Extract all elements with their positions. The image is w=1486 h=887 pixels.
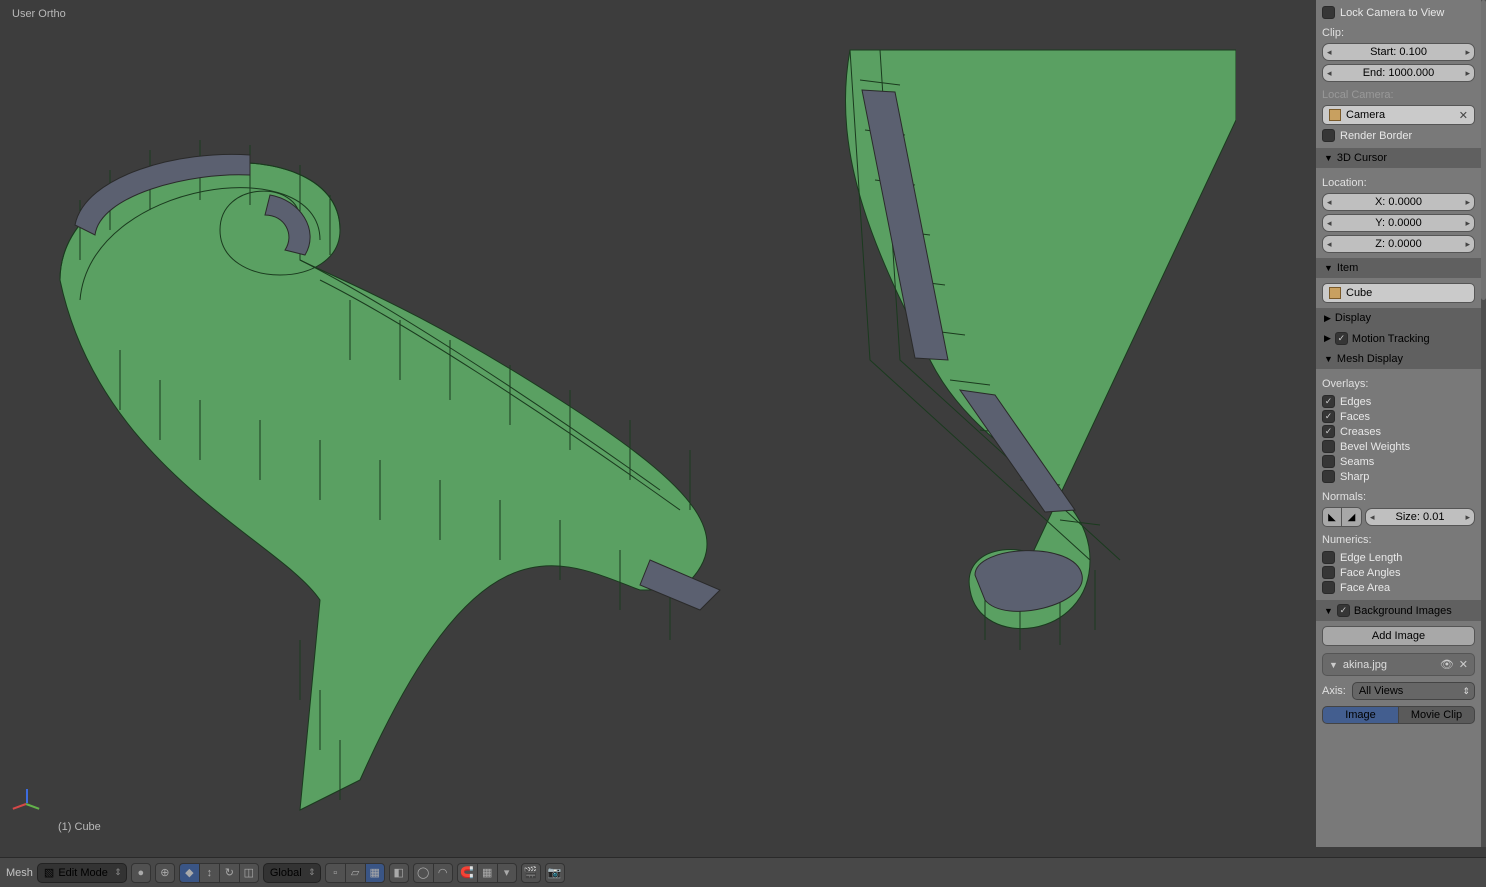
numerics-label: Numerics: — [1322, 534, 1475, 546]
viewport-3d[interactable]: User Ortho (1) Cube — [0, 0, 1236, 847]
image-tab[interactable]: Image — [1322, 706, 1399, 724]
shading-toggle[interactable]: ● — [131, 863, 151, 883]
mesh-display-panel-header[interactable]: ▼Mesh Display — [1316, 349, 1481, 369]
render-image-button[interactable]: 📷 — [545, 863, 565, 883]
lock-camera-checkbox[interactable]: Lock Camera to View — [1322, 5, 1475, 20]
overlay-seams-checkbox[interactable]: Seams — [1322, 454, 1475, 469]
proportional-falloff-dropdown[interactable]: ◠ — [433, 863, 453, 883]
edge-select-mode[interactable]: ▱ — [345, 863, 365, 883]
overlay-faces-checkbox[interactable]: Faces — [1322, 409, 1475, 424]
add-image-button[interactable]: Add Image — [1322, 626, 1475, 646]
vertex-normals-toggle[interactable]: ◣ — [1322, 507, 1342, 527]
expand-icon: ▼ — [1324, 354, 1333, 364]
camera-object-icon — [1329, 109, 1341, 121]
sidebar-scrollbar[interactable] — [1481, 0, 1486, 847]
edit-mode-icon: ▧ — [44, 866, 54, 879]
increase-icon[interactable]: ▸ — [1465, 197, 1470, 208]
bg-image-item[interactable]: ▼ akina.jpg 👁 ✕ — [1322, 653, 1475, 676]
motion-tracking-panel-header[interactable]: ▶Motion Tracking — [1316, 328, 1481, 349]
mesh-object-icon — [1329, 287, 1341, 299]
snap-toggle[interactable]: 🧲 — [457, 863, 477, 883]
collapse-icon: ▶ — [1324, 313, 1331, 324]
rotate-manipulator[interactable]: ↻ — [219, 863, 239, 883]
expand-icon: ▼ — [1324, 606, 1333, 616]
axis-dropdown[interactable]: All Views — [1352, 682, 1475, 700]
normals-size-field[interactable]: ◂Size: 0.01▸ — [1365, 508, 1475, 526]
overlays-label: Overlays: — [1322, 378, 1475, 390]
increase-icon[interactable]: ▸ — [1465, 218, 1470, 229]
editor-type-label: Mesh — [6, 867, 33, 879]
expand-icon: ▼ — [1324, 263, 1333, 273]
translate-manipulator[interactable]: ↕ — [199, 863, 219, 883]
increase-icon[interactable]: ▸ — [1465, 47, 1470, 58]
clip-label: Clip: — [1322, 27, 1475, 39]
vertex-select-mode[interactable]: ▫ — [325, 863, 345, 883]
visibility-icon[interactable]: 👁 — [1440, 658, 1454, 671]
clip-start-field[interactable]: ◂Start: 0.100▸ — [1322, 43, 1475, 61]
face-select-mode[interactable]: ▦ — [365, 863, 385, 883]
movie-clip-tab[interactable]: Movie Clip — [1399, 706, 1475, 724]
cursor-y-field[interactable]: ◂Y: 0.0000▸ — [1322, 214, 1475, 232]
numeric-edge-length-checkbox[interactable]: Edge Length — [1322, 550, 1475, 565]
snap-target-dropdown[interactable]: ▾ — [497, 863, 517, 883]
overlay-creases-checkbox[interactable]: Creases — [1322, 424, 1475, 439]
cursor-x-field[interactable]: ◂X: 0.0000▸ — [1322, 193, 1475, 211]
properties-sidebar: Lock Camera to View Clip: ◂Start: 0.100▸… — [1316, 0, 1481, 847]
item-panel-header[interactable]: ▼Item — [1316, 258, 1481, 278]
expand-icon: ▼ — [1324, 153, 1333, 163]
bg-images-checkbox[interactable] — [1337, 604, 1350, 617]
increase-icon[interactable]: ▸ — [1465, 239, 1470, 250]
bg-images-panel-header[interactable]: ▼Background Images — [1316, 600, 1481, 621]
viewport-header-bar: Mesh ▧Edit Mode ● ⊕ ◆ ↕ ↻ ◫ Global ▫ ▱ ▦… — [0, 857, 1486, 887]
scale-manipulator[interactable]: ◫ — [239, 863, 259, 883]
snap-element-dropdown[interactable]: ▦ — [477, 863, 497, 883]
numeric-face-area-checkbox[interactable]: Face Area — [1322, 580, 1475, 595]
limit-selection-toggle[interactable]: ◧ — [389, 863, 409, 883]
expand-icon: ▼ — [1329, 660, 1338, 670]
proportional-edit-dropdown[interactable]: ◯ — [413, 863, 433, 883]
location-label: Location: — [1322, 177, 1475, 189]
display-panel-header[interactable]: ▶Display — [1316, 308, 1481, 328]
increase-icon[interactable]: ▸ — [1465, 68, 1470, 79]
numeric-face-angles-checkbox[interactable]: Face Angles — [1322, 565, 1475, 580]
collapse-icon: ▶ — [1324, 333, 1331, 344]
clear-icon[interactable]: ✕ — [1459, 109, 1468, 122]
remove-icon[interactable]: ✕ — [1459, 658, 1468, 671]
normals-label: Normals: — [1322, 491, 1475, 503]
face-normals-toggle[interactable]: ◢ — [1342, 507, 1362, 527]
mesh-render — [0, 0, 1236, 847]
local-camera-field[interactable]: Camera✕ — [1322, 105, 1475, 125]
orientation-dropdown[interactable]: Global — [263, 863, 321, 883]
cursor-panel-header[interactable]: ▼3D Cursor — [1316, 148, 1481, 168]
local-camera-label: Local Camera: — [1322, 89, 1475, 101]
pivot-dropdown[interactable]: ⊕ — [155, 863, 175, 883]
increase-icon[interactable]: ▸ — [1465, 512, 1470, 523]
axis-label: Axis: — [1322, 685, 1346, 697]
overlay-bevel-weights-checkbox[interactable]: Bevel Weights — [1322, 439, 1475, 454]
overlay-edges-checkbox[interactable]: Edges — [1322, 394, 1475, 409]
item-name-field[interactable]: Cube — [1322, 283, 1475, 303]
mode-dropdown[interactable]: ▧Edit Mode — [37, 863, 127, 883]
overlay-sharp-checkbox[interactable]: Sharp — [1322, 469, 1475, 484]
render-border-checkbox[interactable]: Render Border — [1322, 128, 1475, 143]
motion-tracking-checkbox[interactable] — [1335, 332, 1348, 345]
clip-end-field[interactable]: ◂End: 1000.000▸ — [1322, 64, 1475, 82]
cursor-z-field[interactable]: ◂Z: 0.0000▸ — [1322, 235, 1475, 253]
manipulator-toggle[interactable]: ◆ — [179, 863, 199, 883]
scrollbar-thumb[interactable] — [1481, 0, 1486, 300]
render-preview-button[interactable]: 🎬 — [521, 863, 541, 883]
